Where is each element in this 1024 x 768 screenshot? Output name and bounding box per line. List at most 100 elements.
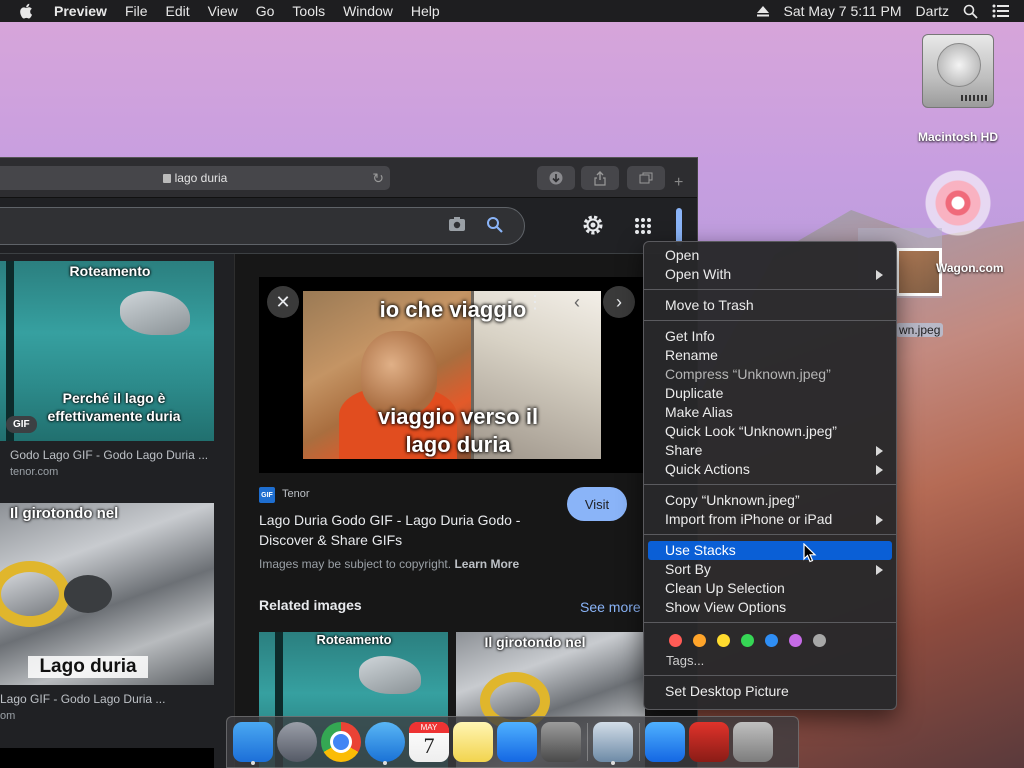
tag-color-dot[interactable]	[741, 633, 754, 647]
dock-preview-icon[interactable]	[593, 722, 633, 762]
reload-icon[interactable]: ↻	[372, 170, 384, 187]
menu-app-name[interactable]: Preview	[54, 3, 107, 19]
menu-item-quick-look-unknown-jpeg[interactable]: Quick Look “Unknown.jpeg”	[644, 422, 896, 441]
menu-item-show-view-options[interactable]: Show View Options	[644, 598, 896, 617]
dock-running-indicator	[383, 761, 387, 765]
downloads-button[interactable]	[537, 166, 575, 190]
menu-file[interactable]: File	[125, 3, 148, 19]
new-tab-icon[interactable]: +	[674, 174, 694, 198]
search-input[interactable]	[0, 207, 525, 245]
menu-edit[interactable]: Edit	[166, 3, 190, 19]
menu-help[interactable]: Help	[411, 3, 440, 19]
browser-toolbar: lago duria ↻ +	[0, 158, 697, 198]
dock-app-store-icon[interactable]	[497, 722, 537, 762]
menu-item-make-alias[interactable]: Make Alias	[644, 403, 896, 422]
dock-finder-icon[interactable]	[233, 722, 273, 762]
menu-tools[interactable]: Tools	[292, 3, 325, 19]
dock-chrome-icon[interactable]	[321, 722, 361, 762]
spotlight-icon[interactable]	[963, 4, 978, 19]
copyright-text: Images may be subject to copyright.	[259, 557, 452, 571]
user-name[interactable]: Dartz	[916, 3, 949, 19]
result-title[interactable]: Lago GIF - Godo Lago Duria ...	[0, 692, 165, 706]
menu-item-get-info[interactable]: Get Info	[644, 327, 896, 346]
preview-caption-top: io che viaggio	[379, 297, 527, 322]
result-thumbnail[interactable]: Il girotondo nel Lago duria	[0, 503, 214, 685]
preview-image[interactable]: io che viaggio viaggio verso il lago dur…	[303, 291, 601, 459]
menu-item-rename[interactable]: Rename	[644, 346, 896, 365]
menu-item-move-to-trash[interactable]: Move to Trash	[644, 296, 896, 315]
menu-item-label: Quick Actions	[665, 461, 750, 477]
calendar-month: MAY	[409, 722, 449, 733]
next-button[interactable]: ›	[603, 286, 635, 318]
menu-view[interactable]: View	[208, 3, 238, 19]
source-name[interactable]: Tenor	[282, 488, 310, 500]
menu-item-open-with[interactable]: Open With	[644, 265, 896, 284]
dock-separator	[587, 723, 588, 761]
tabs-overview-button[interactable]	[627, 166, 665, 190]
submenu-arrow-icon	[876, 515, 883, 525]
learn-more-link[interactable]: Learn More	[454, 557, 519, 571]
menu-item-sort-by[interactable]: Sort By	[644, 560, 896, 579]
menu-item-tags[interactable]: Tags...	[644, 651, 896, 670]
menu-item-label: Copy “Unknown.jpeg”	[665, 492, 800, 508]
menu-item-clean-up-selection[interactable]: Clean Up Selection	[644, 579, 896, 598]
thumbnail-caption: Roteamento	[69, 263, 151, 279]
apps-grid-icon[interactable]	[634, 217, 652, 235]
dock-launchpad-icon[interactable]	[277, 722, 317, 762]
result-thumbnail[interactable]	[0, 748, 214, 768]
menu-item-open[interactable]: Open	[644, 246, 896, 265]
dock-system-preferences-icon[interactable]	[541, 722, 581, 762]
menu-item-use-stacks[interactable]: Use Stacks	[648, 541, 892, 560]
image-preview-panel: io che viaggio viaggio verso il lago dur…	[234, 254, 697, 768]
desktop-icon-macintosh-hd[interactable]: Macintosh HD	[918, 34, 998, 144]
calendar-day: 7	[423, 733, 435, 758]
tag-color-dot[interactable]	[693, 633, 706, 647]
menu-item-quick-actions[interactable]: Quick Actions	[644, 460, 896, 479]
previous-button[interactable]: ‹	[561, 286, 593, 318]
related-caption: Il girotondo nel	[484, 634, 586, 650]
tag-color-dot[interactable]	[669, 633, 682, 647]
close-preview-button[interactable]: ✕	[267, 286, 299, 318]
notification-center-icon[interactable]	[992, 4, 1010, 18]
preview-title[interactable]: Lago Duria Godo GIF - Lago Duria Godo - …	[259, 510, 559, 550]
more-options-button[interactable]: ⋮	[519, 286, 551, 318]
preview-caption-bottom: viaggio verso il lago duria	[377, 404, 539, 457]
address-bar[interactable]: lago duria ↻	[0, 166, 390, 190]
result-title[interactable]: Godo Lago GIF - Godo Lago Duria ...	[10, 448, 208, 462]
tag-color-dot[interactable]	[765, 633, 778, 647]
dock-safari-icon[interactable]	[365, 722, 405, 762]
menu-go[interactable]: Go	[256, 3, 275, 19]
dock-trash-icon[interactable]	[733, 722, 773, 762]
see-more-link[interactable]: See more	[580, 599, 641, 615]
thumbnail-caption: Lago duria	[28, 656, 148, 678]
dock-notes-icon[interactable]	[453, 722, 493, 762]
share-button[interactable]	[581, 166, 619, 190]
tag-color-dot[interactable]	[813, 633, 826, 647]
apple-icon[interactable]	[18, 2, 36, 20]
clock[interactable]: Sat May 7 5:11 PM	[784, 3, 902, 19]
gear-icon[interactable]	[581, 213, 605, 237]
menu-separator	[644, 675, 896, 676]
eject-icon[interactable]	[756, 5, 770, 17]
desktop-icon-label-wagon: Wagon.com	[936, 261, 1004, 275]
menu-item-copy-unknown-jpeg[interactable]: Copy “Unknown.jpeg”	[644, 491, 896, 510]
search-icon[interactable]	[486, 216, 504, 234]
camera-icon[interactable]	[448, 216, 466, 232]
dock-app-store-2-icon[interactable]	[645, 722, 685, 762]
visit-button[interactable]: Visit	[567, 487, 627, 521]
flower-wallpaper-icon[interactable]	[920, 170, 996, 236]
dock-calendar-icon[interactable]: MAY 7	[409, 722, 449, 762]
menu-item-set-desktop-picture[interactable]: Set Desktop Picture	[644, 682, 896, 701]
menu-item-compress-unknown-jpeg[interactable]: Compress “Unknown.jpeg”	[644, 365, 896, 384]
menu-item-label: Open	[665, 247, 700, 263]
tag-color-dot[interactable]	[789, 633, 802, 647]
dock-photo-booth-icon[interactable]	[689, 722, 729, 762]
result-thumbnail[interactable]: Roteamento Perché il lago è effettivamen…	[0, 261, 214, 441]
menu-item-import-from-iphone-or-ipad[interactable]: Import from iPhone or iPad	[644, 510, 896, 529]
desktop-icon-label-unknown: wn.jpeg	[896, 323, 944, 337]
tag-color-dot[interactable]	[717, 633, 730, 647]
menu-item-share[interactable]: Share	[644, 441, 896, 460]
mouse-cursor-icon	[803, 543, 817, 563]
menu-item-duplicate[interactable]: Duplicate	[644, 384, 896, 403]
menu-window[interactable]: Window	[343, 3, 393, 19]
